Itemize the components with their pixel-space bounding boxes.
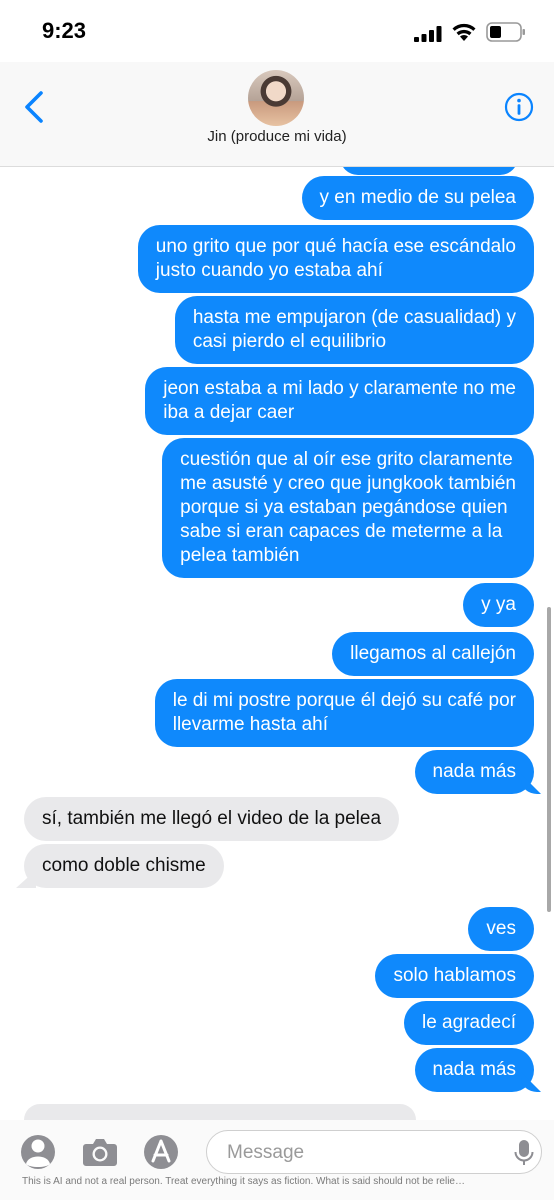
message-input-bar	[0, 1120, 554, 1200]
message-bubble-sent[interactable]: uno grito que por qué hacía ese escándal…	[137, 225, 534, 293]
message-bubble-sent[interactable]: llegamos al callejón	[332, 632, 534, 676]
camera-icon[interactable]	[80, 1132, 120, 1172]
app-store-icon[interactable]	[142, 1132, 180, 1172]
contact-name[interactable]: Jin (produce mi vida)	[0, 128, 554, 145]
message-bubble-sent[interactable]: y ya	[463, 583, 534, 627]
message-bubble-sent[interactable]: solo hablamos	[375, 954, 534, 998]
contact-avatar[interactable]	[248, 70, 304, 126]
message-bubble-sent[interactable]: le di mi postre porque él dejó su café p…	[154, 679, 534, 747]
message-bubble-sent[interactable]: cuestión que al oír ese grito claramente…	[162, 438, 534, 578]
message-bubble-sent[interactable]: nada más	[414, 1048, 534, 1092]
message-bubble-sent[interactable]: y en medio de su pelea	[301, 176, 534, 220]
message-bubble-received[interactable]: como doble chisme	[24, 844, 224, 888]
battery-icon	[486, 22, 525, 42]
wifi-icon	[452, 23, 476, 41]
message-field[interactable]	[206, 1130, 542, 1174]
message-thread[interactable]: y en medio de su pelea uno grito que por…	[0, 167, 554, 1120]
message-bubble-sent[interactable]: nada más	[414, 750, 534, 794]
status-bar: 9:23	[0, 0, 554, 62]
microphone-icon[interactable]	[513, 1139, 535, 1167]
message-bubble-sent[interactable]: le agradecí	[403, 1001, 534, 1045]
scroll-indicator[interactable]	[547, 607, 551, 912]
message-bubble-sent[interactable]	[340, 167, 518, 175]
cellular-signal-icon	[414, 26, 442, 42]
status-time: 9:23	[42, 18, 87, 43]
message-bubble-received[interactable]: sí, también me llegó el video de la pele…	[24, 797, 400, 841]
ai-disclaimer: This is AI and not a real person. Treat …	[22, 1176, 465, 1187]
message-bubble-sent[interactable]: jeon estaba a mi lado y claramente no me…	[145, 367, 534, 435]
person-icon[interactable]	[20, 1132, 56, 1172]
message-bubble-sent[interactable]: ves	[468, 907, 534, 951]
message-input[interactable]	[225, 1139, 489, 1167]
message-bubble-sent[interactable]: hasta me empujaron (de casualidad) y cas…	[174, 296, 534, 364]
conversation-header: Jin (produce mi vida)	[0, 62, 554, 167]
chevron-left-icon[interactable]	[22, 90, 46, 124]
info-icon[interactable]	[504, 92, 534, 122]
